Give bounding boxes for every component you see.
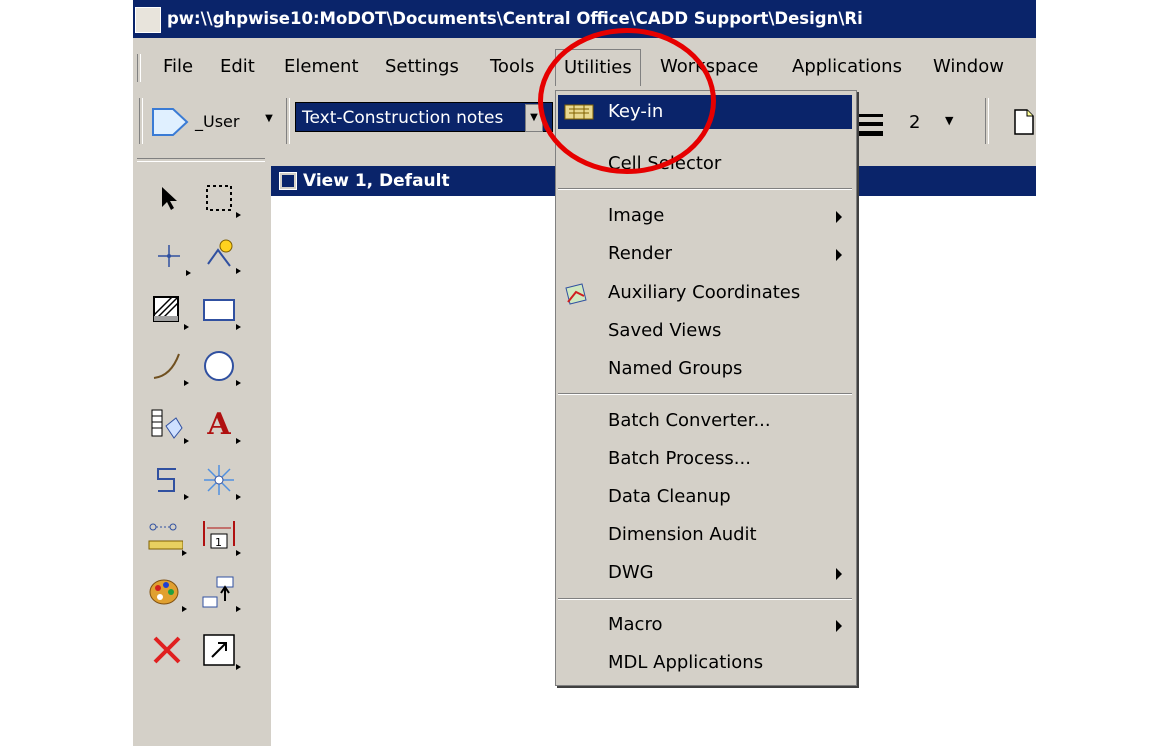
menu-separator	[558, 393, 852, 395]
keyboard-icon	[564, 104, 594, 120]
view-title: View 1, Default	[303, 171, 450, 191]
level-dropdown-arrow[interactable]: ▼	[525, 104, 543, 132]
menu-item-dwg[interactable]: DWG	[558, 556, 852, 590]
line-icon[interactable]	[149, 462, 189, 500]
user-dropdown-arrow[interactable]: ▼	[261, 106, 277, 132]
auxiliary-coordinates-icon	[565, 283, 587, 305]
level-select-value: Text-Construction notes	[302, 108, 504, 128]
menu-item-cell-selector[interactable]: Cell Selector	[558, 147, 852, 181]
menu-applications[interactable]: Applications	[792, 56, 902, 77]
select-element-icon[interactable]	[151, 180, 187, 216]
keypoint-snap-icon[interactable]	[201, 236, 241, 274]
menu-item-mdl-applications[interactable]: MDL Applications	[558, 646, 852, 680]
user-label[interactable]: _User	[195, 112, 239, 131]
submenu-arrow-icon	[836, 249, 842, 261]
menu-item-render[interactable]: Render	[558, 237, 852, 271]
new-file-icon[interactable]	[1013, 108, 1035, 136]
menu-item-data-cleanup[interactable]: Data Cleanup	[558, 480, 852, 514]
menu-window[interactable]: Window	[933, 56, 1004, 77]
menu-element[interactable]: Element	[284, 56, 359, 77]
menu-edit[interactable]: Edit	[220, 56, 255, 77]
palette-icon[interactable]	[147, 574, 187, 612]
line-weight-value[interactable]: 2	[909, 112, 920, 133]
submenu-arrow-icon	[836, 568, 842, 580]
level-select[interactable]: Text-Construction notes	[295, 102, 553, 132]
arc-icon[interactable]	[149, 348, 189, 386]
menu-file[interactable]: File	[163, 56, 193, 77]
submenu-arrow-icon	[836, 211, 842, 223]
line-weight-icon[interactable]	[855, 106, 885, 140]
menu-separator	[558, 598, 852, 600]
microstation-app-icon	[135, 6, 161, 33]
toolbar-separator	[286, 98, 290, 144]
circle-icon[interactable]	[201, 348, 241, 386]
delete-icon[interactable]	[149, 632, 185, 668]
menu-item-batch-converter[interactable]: Batch Converter...	[558, 404, 852, 438]
menu-item-named-groups[interactable]: Named Groups	[558, 352, 852, 386]
tool-frame-divider	[137, 158, 265, 162]
manipulate-icon[interactable]	[201, 462, 241, 500]
menu-item-saved-views[interactable]: Saved Views	[558, 314, 852, 348]
place-fence-icon[interactable]	[201, 180, 241, 218]
cell-icon[interactable]	[149, 406, 189, 444]
measure-icon[interactable]	[147, 518, 187, 556]
rectangle-icon[interactable]	[201, 292, 241, 330]
window-titlebar: pw:\\ghpwise10:MoDOT\Documents\Central O…	[133, 0, 1036, 38]
menu-item-batch-process[interactable]: Batch Process...	[558, 442, 852, 476]
menu-workspace[interactable]: Workspace	[660, 56, 758, 77]
view-window-icon[interactable]	[279, 172, 297, 190]
active-level-icon[interactable]	[151, 106, 191, 138]
window-title: pw:\\ghpwise10:MoDOT\Documents\Central O…	[167, 9, 863, 28]
svg-text:1: 1	[215, 536, 222, 549]
hatch-area-icon[interactable]	[149, 292, 189, 330]
menu-item-key-in[interactable]: Key-in	[558, 95, 852, 129]
weight-dropdown-arrow[interactable]: ▼	[945, 114, 953, 127]
snap-point-icon[interactable]	[151, 238, 191, 276]
dimension-icon[interactable]: 1	[201, 518, 241, 556]
menu-item-dimension-audit[interactable]: Dimension Audit	[558, 518, 852, 552]
menu-item-image[interactable]: Image	[558, 199, 852, 233]
toolbar-separator-2	[985, 98, 989, 144]
group-icon[interactable]	[201, 574, 241, 612]
scale-icon[interactable]	[201, 632, 241, 670]
menu-item-macro[interactable]: Macro	[558, 608, 852, 642]
text-icon[interactable]: A	[201, 406, 241, 444]
menu-utilities[interactable]: Utilities	[555, 49, 641, 86]
main-tool-frame: A 1	[133, 158, 271, 746]
menu-settings[interactable]: Settings	[385, 56, 459, 77]
menubar-grip[interactable]	[137, 54, 141, 82]
menu-tools[interactable]: Tools	[490, 56, 534, 77]
utilities-menu: Key-in Cell Selector Image Render Auxili…	[555, 90, 857, 686]
toolbar-grip[interactable]	[139, 98, 143, 144]
menu-bar: File Edit Element Settings Tools Utiliti…	[133, 46, 1036, 90]
menu-item-auxiliary-coordinates[interactable]: Auxiliary Coordinates	[558, 276, 852, 310]
menu-separator	[558, 188, 852, 190]
submenu-arrow-icon	[836, 620, 842, 632]
